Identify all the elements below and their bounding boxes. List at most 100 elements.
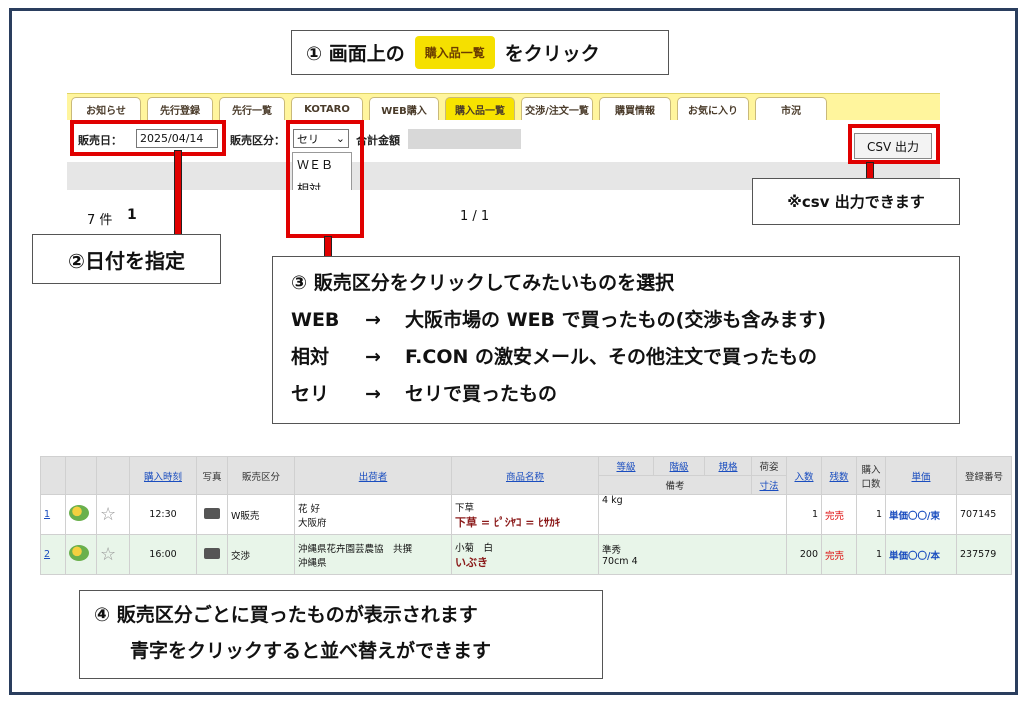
- type-label: 販売区分：: [230, 134, 285, 147]
- step2-callout: ②日付を指定: [32, 234, 221, 284]
- tab-favorites[interactable]: お気に入り: [677, 97, 749, 121]
- camera-icon[interactable]: [204, 507, 220, 519]
- tab-purchased-list[interactable]: 購入品一覧: [445, 97, 515, 121]
- shipper-cell: 花 好大阪府: [294, 494, 452, 535]
- col-icon2: [96, 456, 130, 495]
- price-cell: 単価〇〇/本: [885, 534, 957, 575]
- csv-note-callout: ※csv 出力できます: [752, 178, 960, 225]
- step3-desc: セリで買ったもの: [405, 383, 558, 405]
- arrow-date: [174, 150, 182, 238]
- header-spec[interactable]: 規格: [718, 462, 737, 473]
- header-remarks: 備考: [598, 475, 752, 495]
- time-cell: 12:30: [129, 494, 197, 535]
- step1-chip: 購入品一覧: [414, 36, 495, 69]
- step3-callout: ③ 販売区分をクリックしてみたいものを選択 WEB → 大阪市場の WEB で買った…: [272, 256, 960, 424]
- header-price[interactable]: 単価: [911, 472, 930, 483]
- shipper-name: 花 好: [298, 503, 321, 515]
- remain-cell: 完売: [821, 534, 857, 575]
- step3-title: ③ 販売区分をクリックしてみたいものを選択: [291, 272, 675, 294]
- header-photo: 写真: [196, 456, 228, 495]
- step3-key: 相対: [291, 346, 330, 368]
- tab-purchase-info[interactable]: 購買情報: [599, 97, 671, 121]
- grade-cell: 4 kg: [598, 494, 787, 535]
- type-highlight: [286, 120, 364, 238]
- shipper-name: 沖縄県花卉園芸農協 共撰: [298, 543, 413, 555]
- table-row[interactable]: 2 ☆ 16:00 交渉 沖縄県花卉園芸農協 共撰 沖縄県 小菊 白いぶき 準秀 7…: [40, 534, 1012, 575]
- purchase-table: 購入時刻 写真 販売区分 出荷者 商品名称 等級 階級 規格 荷姿 入数 残数 …: [40, 456, 1012, 575]
- step4-line1: ④ 販売区分ごとに買ったものが表示されます: [94, 604, 478, 626]
- header-class[interactable]: 階級: [669, 462, 688, 473]
- item-variety: 下草 = ﾋﾟｼﾔｺ = ﾋｻｶｷ: [455, 515, 561, 529]
- table-row[interactable]: 1 ☆ 12:30 W販売 花 好大阪府 下草 下草 = ﾋﾟｼﾔｺ = ﾋｻｶｷ…: [40, 494, 1012, 535]
- remark-value: 70cm 4: [602, 556, 638, 567]
- reg-cell: 707145: [956, 494, 1012, 535]
- tab-web-purchase[interactable]: WEB購入: [369, 97, 439, 121]
- flower-icon[interactable]: [69, 505, 89, 521]
- header-time[interactable]: 購入時刻: [144, 472, 182, 483]
- item-name: 下草: [455, 502, 475, 514]
- type-cell: 交渉: [227, 534, 295, 575]
- header-dims[interactable]: 寸法: [759, 481, 778, 492]
- tab-notice[interactable]: お知らせ: [71, 97, 141, 121]
- tab-pre-register[interactable]: 先行登録: [147, 97, 213, 121]
- step3-arrow: →: [365, 346, 381, 368]
- type-cell: W販売: [227, 494, 295, 535]
- units-cell: 1: [856, 494, 886, 535]
- step4-callout: ④ 販売区分ごとに買ったものが表示されます 青字をクリックすると並べ替えができま…: [79, 590, 603, 679]
- step1-prefix: ① 画面上の: [306, 43, 405, 65]
- tab-market[interactable]: 市況: [755, 97, 827, 121]
- header-grade[interactable]: 等級: [616, 462, 635, 473]
- camera-icon[interactable]: [204, 547, 220, 559]
- item-name: 小菊 白: [455, 542, 494, 554]
- shipper-pref: 沖縄県: [298, 557, 327, 569]
- step3-key: WEB: [291, 309, 340, 331]
- page-number[interactable]: 1: [127, 207, 137, 223]
- tab-bar: お知らせ 先行登録 先行一覧 KOTARO WEB購入 購入品一覧 交渉/注文一…: [67, 93, 940, 121]
- item-variety: いぶき: [455, 555, 488, 569]
- item-cell: 小菊 白いぶき: [451, 534, 599, 575]
- qty-cell: 1: [786, 494, 822, 535]
- item-cell: 下草 下草 = ﾋﾟｼﾔｺ = ﾋｻｶｷ: [451, 494, 599, 535]
- remain-cell: 完売: [821, 494, 857, 535]
- grade-value: 準秀: [602, 545, 622, 556]
- step3-row: 相対 → F.CON の激安メール、その他注文で買ったもの: [291, 339, 959, 376]
- header-type: 販売区分: [227, 456, 295, 495]
- flower-icon[interactable]: [69, 545, 89, 561]
- header-item[interactable]: 商品名称: [506, 472, 544, 483]
- step3-row: セリ → セリで買ったもの: [291, 376, 959, 413]
- header-qty[interactable]: 入数: [794, 472, 813, 483]
- reg-cell: 237579: [956, 534, 1012, 575]
- header-units: 購入口数: [856, 456, 886, 495]
- step1-callout: ① 画面上の 購入品一覧 をクリック: [291, 30, 669, 75]
- header-remain[interactable]: 残数: [829, 472, 848, 483]
- step3-key: セリ: [291, 383, 330, 405]
- time-cell: 16:00: [129, 534, 197, 575]
- header-pack: 荷姿: [751, 456, 787, 476]
- step3-row: WEB → 大阪市場の WEB で買ったもの(交渉も含みます): [291, 302, 959, 339]
- tab-negotiation[interactable]: 交渉/注文一覧: [521, 97, 593, 121]
- tab-pre-list[interactable]: 先行一覧: [219, 97, 285, 121]
- star-add-icon[interactable]: ☆: [100, 504, 116, 525]
- col-no: [40, 456, 66, 495]
- qty-cell: 200: [786, 534, 822, 575]
- header-reg: 登録番号: [956, 456, 1012, 495]
- count-label: 7 件: [87, 213, 113, 228]
- row-number[interactable]: 1: [44, 509, 50, 520]
- tab-kotaro[interactable]: KOTARO: [291, 97, 363, 121]
- date-highlight: [70, 120, 226, 156]
- step3-desc: F.CON の激安メール、その他注文で買ったもの: [405, 346, 818, 368]
- step1-suffix: をクリック: [504, 43, 600, 65]
- shipper-pref: 大阪府: [298, 517, 327, 529]
- row-number[interactable]: 2: [44, 549, 50, 560]
- csv-highlight: [848, 124, 940, 164]
- shipper-cell: 沖縄県花卉園芸農協 共撰 沖縄県: [294, 534, 452, 575]
- col-icon1: [65, 456, 97, 495]
- star-add-icon[interactable]: ☆: [100, 544, 116, 565]
- pager: 1 / 1: [460, 209, 490, 224]
- header-shipper[interactable]: 出荷者: [359, 472, 388, 483]
- grade-cell: 準秀 70cm 4: [598, 534, 787, 575]
- step3-arrow: →: [365, 383, 381, 405]
- step4-line2: 青字をクリックすると並べ替えができます: [130, 640, 492, 662]
- total-value-box: [408, 129, 521, 149]
- step3-arrow: →: [365, 309, 381, 331]
